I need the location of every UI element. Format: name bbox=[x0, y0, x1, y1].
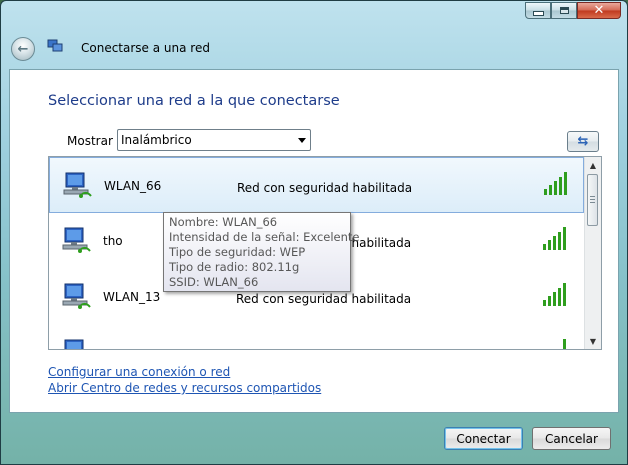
refresh-icon: ⇆ bbox=[577, 134, 589, 149]
dialog-window: ✕ ← Conectarse a una red Seleccionar una… bbox=[0, 0, 628, 465]
network-name: WLAN_66 bbox=[104, 179, 162, 193]
minimize-button[interactable] bbox=[525, 2, 551, 19]
maximize-icon bbox=[559, 7, 569, 14]
signal-strength-icon bbox=[543, 283, 566, 306]
tooltip-signal: Intensidad de la señal: Excelente bbox=[169, 230, 360, 244]
wireless-network-icon bbox=[62, 227, 91, 253]
network-security-status: Red con seguridad habilitada bbox=[236, 292, 412, 306]
tooltip-security: Tipo de seguridad: WEP bbox=[169, 245, 306, 259]
network-app-icon bbox=[47, 39, 63, 52]
network-tooltip: Nombre: WLAN_66 Intensidad de la señal: … bbox=[163, 212, 360, 292]
wireless-network-icon bbox=[62, 283, 91, 309]
chevron-down-icon bbox=[298, 138, 306, 143]
dialog-footer: Conectar Cancelar bbox=[1, 413, 627, 465]
content-panel: Seleccionar una red a la que conectarse … bbox=[9, 69, 619, 413]
scroll-down-icon[interactable]: ▼ bbox=[585, 333, 601, 349]
window-controls: ✕ bbox=[525, 2, 621, 19]
network-name: tho bbox=[103, 234, 123, 248]
connect-button[interactable]: Conectar bbox=[444, 427, 523, 450]
grip-icon bbox=[590, 196, 595, 204]
refresh-button[interactable]: ⇆ bbox=[567, 131, 599, 152]
cancel-button[interactable]: Cancelar bbox=[532, 427, 611, 450]
signal-strength-icon bbox=[544, 172, 567, 195]
back-arrow-icon: ← bbox=[17, 41, 29, 57]
wireless-network-icon bbox=[64, 339, 84, 349]
scroll-up-icon[interactable]: ▲ bbox=[585, 157, 601, 173]
filter-select[interactable]: Inalámbrico bbox=[117, 129, 311, 151]
network-security-status: Red con seguridad habilitada bbox=[237, 181, 413, 195]
signal-strength-icon bbox=[563, 339, 566, 349]
window-title: Conectarse a una red bbox=[81, 41, 210, 55]
tooltip-radio: Tipo de radio: 802.11g bbox=[169, 260, 300, 274]
page-heading: Seleccionar una red a la que conectarse bbox=[48, 93, 340, 109]
back-button[interactable]: ← bbox=[11, 37, 35, 61]
scroll-thumb[interactable] bbox=[587, 174, 598, 226]
list-scrollbar[interactable]: ▲ ▼ bbox=[584, 157, 601, 349]
signal-strength-icon bbox=[543, 227, 566, 250]
filter-select-value: Inalámbrico bbox=[121, 133, 192, 147]
title-bar: ✕ bbox=[1, 1, 627, 31]
network-row[interactable]: WLAN_66 Red con seguridad habilitada bbox=[49, 157, 584, 213]
maximize-button[interactable] bbox=[551, 2, 577, 19]
close-button[interactable]: ✕ bbox=[577, 2, 621, 19]
configure-connection-link[interactable]: Configurar una conexión o red bbox=[48, 365, 230, 379]
network-row[interactable] bbox=[49, 325, 584, 349]
tooltip-name: Nombre: WLAN_66 bbox=[169, 215, 278, 229]
minimize-icon bbox=[532, 11, 544, 16]
network-center-link[interactable]: Abrir Centro de redes y recursos compart… bbox=[48, 381, 321, 395]
filter-label: Mostrar bbox=[67, 134, 113, 148]
wireless-network-icon bbox=[63, 172, 92, 198]
close-icon: ✕ bbox=[593, 3, 605, 18]
network-name: WLAN_13 bbox=[103, 290, 161, 304]
tooltip-ssid: SSID: WLAN_66 bbox=[169, 275, 259, 289]
